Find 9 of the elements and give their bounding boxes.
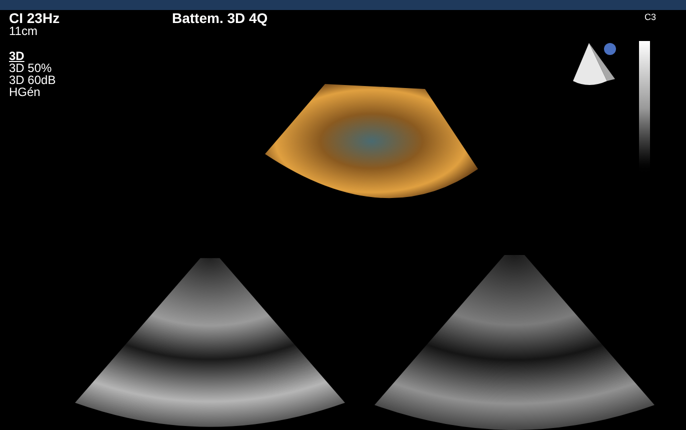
mode-heading: 3D: [9, 50, 26, 62]
mode-setting: 3D 50%: [9, 62, 53, 74]
frequency-readout: CI 23Hz: [9, 11, 61, 25]
view-title: Battem. 3D 4Q: [172, 11, 268, 25]
probe-cone-icon: [571, 41, 619, 87]
depth-readout: 11cm: [9, 25, 38, 37]
scale-label: C3: [644, 13, 656, 22]
mode-setting: 3D 60dB: [9, 74, 57, 86]
mode-setting: HGén: [9, 86, 42, 98]
